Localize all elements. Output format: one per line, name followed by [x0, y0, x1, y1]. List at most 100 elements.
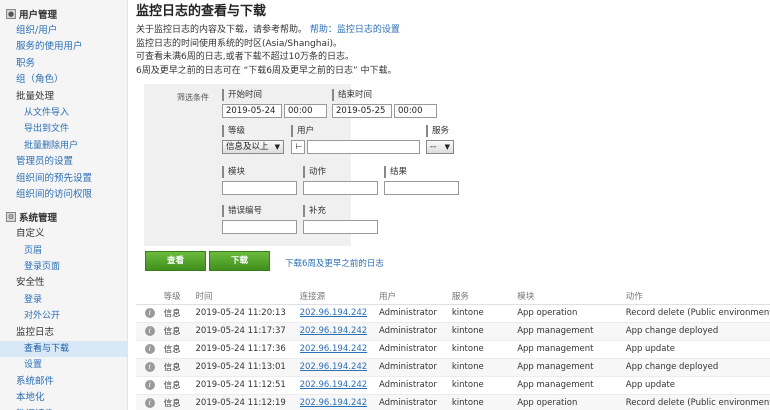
table-row: i 信息 2019-05-24 11:12:51 202.96.194.242 Admi… — [136, 376, 770, 395]
sidebar-section-system-management: ⚙ 系统管理 — [0, 208, 127, 226]
column-header: 连接源 — [299, 288, 379, 305]
start-time-label: 开始时间 — [222, 89, 262, 101]
description: 关于监控日志的内容及下载，请参考帮助。 帮助：监控日志的设置 监控日志的时间使用… — [136, 24, 400, 78]
table-cell-action: App update — [625, 376, 770, 395]
sidebar-item[interactable]: 设置 — [0, 357, 127, 373]
source-ip-link[interactable]: 202.96.194.242 — [300, 398, 368, 408]
service-select-value: -- — [430, 142, 437, 152]
start-time-group: 开始时间 — [222, 89, 262, 101]
extra-label: 补充 — [303, 205, 326, 217]
table-cell-service: kintone — [451, 358, 518, 377]
info-icon[interactable]: i — [144, 398, 155, 408]
table-row: i 信息 2019-05-24 11:17:37 202.96.194.242 Admi… — [136, 322, 770, 341]
info-icon[interactable]: i — [144, 362, 155, 372]
table-cell-time: 2019-05-24 11:17:37 — [195, 322, 300, 341]
sidebar-item[interactable]: 服务的使用用户 — [0, 39, 127, 55]
info-icon[interactable]: i — [144, 344, 155, 354]
sidebar-item: 自定义 — [16, 228, 45, 240]
table-cell-action: App update — [625, 340, 770, 359]
user-input[interactable] — [307, 140, 420, 154]
sidebar-item[interactable]: 对外公开 — [0, 308, 127, 324]
user-icon: ● — [6, 9, 16, 19]
table-cell-source: 202.96.194.242 — [299, 394, 379, 410]
table-cell-module: App operation — [517, 394, 626, 410]
module-label: 模块 — [222, 166, 245, 178]
info-icon[interactable]: i — [144, 308, 155, 318]
table-header-row: 等级 时间 连接源 用户 服务 模块 动作 — [136, 288, 770, 305]
info-icon[interactable]: i — [144, 326, 155, 336]
sidebar-item[interactable]: 查看与下载 — [0, 341, 127, 358]
sidebar-item[interactable]: 本地化 — [0, 390, 127, 406]
table-cell-user: Administrator — [378, 394, 452, 410]
end-date-input[interactable]: 2019-05-25 — [332, 104, 392, 118]
table-cell-user: Administrator — [378, 376, 452, 395]
sidebar-item[interactable]: 导出到文件 — [0, 121, 127, 137]
help-link[interactable]: 帮助：监控日志的设置 — [310, 25, 400, 35]
table-cell-action: Record delete (Public environment) — [625, 304, 770, 323]
sidebar-item[interactable]: 组织间的预先设置 — [0, 171, 127, 187]
source-ip-link[interactable]: 202.96.194.242 — [300, 380, 368, 390]
user-label: 用户 — [291, 125, 314, 137]
sidebar-item[interactable]: 批量删除用户 — [0, 138, 127, 154]
end-time-input[interactable]: 00:00 — [394, 104, 437, 118]
download-old-logs-link[interactable]: 下载6周及更早之前的日志 — [285, 257, 384, 269]
action-label: 动作 — [303, 166, 326, 178]
source-ip-link[interactable]: 202.96.194.242 — [300, 308, 368, 318]
sidebar-item[interactable]: 数据镜像 — [0, 407, 127, 410]
source-ip-link[interactable]: 202.96.194.242 — [300, 326, 368, 336]
filter-label: 筛选条件 — [177, 93, 209, 102]
page-title: 监控日志的查看与下载 — [136, 4, 267, 19]
sidebar-item[interactable]: 系统邮件 — [0, 374, 127, 390]
table-cell-level: 信息 — [163, 322, 196, 341]
level-label: 等级 — [222, 125, 245, 137]
table-cell: i — [136, 340, 164, 359]
gear-icon: ⚙ — [6, 212, 16, 223]
description-line: 关于监控日志的内容及下载，请参考帮助。 — [136, 25, 308, 35]
info-icon[interactable]: i — [144, 380, 155, 390]
service-group: 服务 — [426, 125, 449, 137]
sidebar-item[interactable]: 登录页面 — [0, 259, 127, 275]
module-input[interactable] — [222, 181, 297, 195]
table-cell: i — [136, 358, 164, 377]
description-line: 可查看未满6周的日志,或者下载不超过10万条的日志。 — [136, 52, 355, 62]
view-button[interactable]: 查看 — [145, 251, 206, 271]
start-date-input[interactable]: 2019-05-24 — [222, 104, 282, 118]
table-cell-module: App management — [517, 376, 626, 395]
column-header: 模块 — [517, 288, 626, 305]
sidebar-item[interactable]: 组织间的访问权限 — [0, 187, 127, 203]
column-header: 时间 — [195, 288, 300, 305]
org-tree-icon[interactable]: ⊢ — [291, 140, 305, 154]
extra-input[interactable] — [303, 220, 378, 234]
table-cell-source: 202.96.194.242 — [299, 358, 379, 377]
level-select[interactable]: 信息及以上 ▼ — [222, 140, 284, 154]
table-cell-service: kintone — [451, 394, 518, 410]
sidebar-item[interactable]: 管理员的设置 — [0, 154, 127, 170]
result-input[interactable] — [384, 181, 459, 195]
sidebar-item[interactable]: 职务 — [0, 56, 127, 72]
download-button[interactable]: 下载 — [209, 251, 270, 271]
table-cell-module: App management — [517, 358, 626, 377]
source-ip-link[interactable]: 202.96.194.242 — [300, 344, 368, 354]
description-line: 6周及更早之前的日志可在 “下载6周及更早之前的日志” 中下载。 — [136, 65, 397, 76]
source-ip-link[interactable]: 202.96.194.242 — [300, 362, 368, 372]
sidebar-item[interactable]: 组（角色） — [0, 72, 127, 88]
table-cell-user: Administrator — [378, 322, 452, 341]
error-input[interactable] — [222, 220, 297, 234]
table-cell: i — [136, 322, 164, 341]
table-cell-source: 202.96.194.242 — [299, 304, 379, 323]
module-group: 模块 — [222, 166, 245, 178]
table-cell-module: App management — [517, 340, 626, 359]
sidebar-item[interactable]: 组织/用户 — [0, 23, 127, 39]
service-select[interactable]: -- ▼ — [426, 140, 454, 154]
sidebar-item[interactable]: 页眉 — [0, 243, 127, 259]
sidebar-item: 监控日志 — [16, 326, 55, 338]
table-cell-level: 信息 — [163, 376, 196, 395]
service-label: 服务 — [426, 125, 449, 137]
action-input[interactable] — [303, 181, 378, 195]
table-cell-time: 2019-05-24 11:12:51 — [195, 376, 300, 395]
action-group: 动作 — [303, 166, 326, 178]
start-time-input[interactable]: 00:00 — [284, 104, 327, 118]
sidebar-item[interactable]: 从文件导入 — [0, 105, 127, 121]
table-cell-source: 202.96.194.242 — [299, 322, 379, 341]
sidebar-item[interactable]: 登录 — [0, 292, 127, 308]
